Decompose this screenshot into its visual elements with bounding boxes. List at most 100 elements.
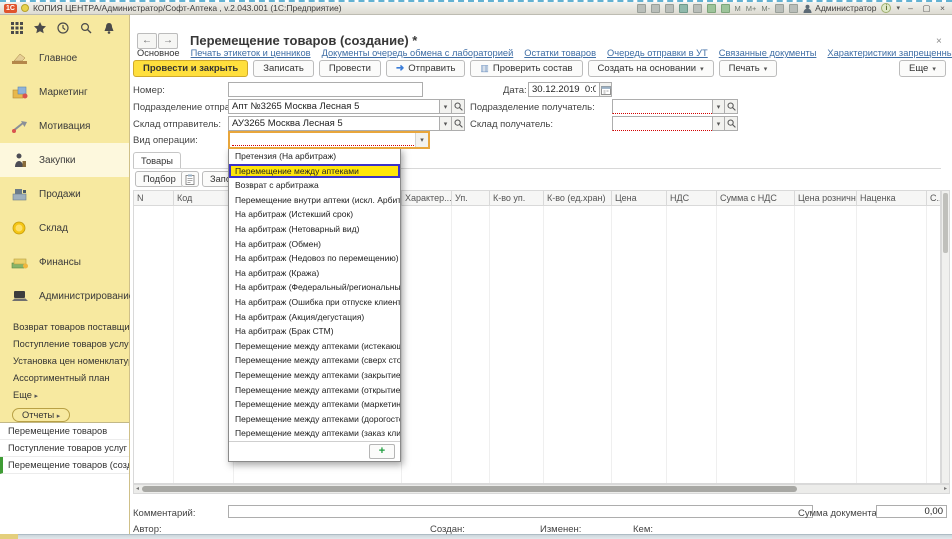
warehouse-sender-search-icon[interactable] bbox=[452, 116, 465, 131]
open-window-item[interactable]: Поступление товаров услуг bbox=[0, 440, 129, 457]
operation-type-input[interactable] bbox=[232, 134, 414, 146]
split-window-icon[interactable] bbox=[789, 4, 798, 13]
zoom-icon[interactable] bbox=[775, 4, 784, 13]
tab-goods-balance[interactable]: Остатки товаров bbox=[524, 48, 596, 58]
department-sender-dropdown-icon[interactable]: ▾ bbox=[439, 99, 452, 114]
memory-m-minus-button[interactable]: M- bbox=[761, 4, 770, 13]
column-characteristic[interactable]: Характер... bbox=[402, 191, 452, 205]
calendar-picker-icon[interactable] bbox=[599, 82, 612, 97]
operation-option[interactable]: На арбитраж (Обмен) bbox=[229, 237, 400, 252]
command-return-to-supplier[interactable]: Возврат товаров поставщику bbox=[0, 319, 129, 336]
more-actions-button[interactable]: Еще▾ bbox=[899, 60, 946, 77]
maximize-button[interactable]: ▢ bbox=[921, 3, 932, 14]
operation-option[interactable]: Перемещение между аптеками (сверх стока) bbox=[229, 353, 400, 368]
calendar-icon[interactable] bbox=[721, 4, 730, 13]
sidebar-item-finance[interactable]: Финансы bbox=[0, 245, 129, 279]
tab-ut-send-queue[interactable]: Очередь отправки в УТ bbox=[607, 48, 708, 58]
operation-option[interactable]: Претензия (На арбитраж) bbox=[229, 149, 400, 164]
info-dropdown-icon[interactable]: ▾ bbox=[896, 4, 900, 12]
department-receiver-dropdown-icon[interactable]: ▾ bbox=[712, 99, 725, 114]
info-icon[interactable]: i bbox=[881, 3, 891, 13]
column-package-qty[interactable]: К-во уп. bbox=[490, 191, 544, 205]
notifications-bell-icon[interactable] bbox=[103, 22, 115, 34]
create-based-on-button[interactable]: Создать на основании▾ bbox=[588, 60, 714, 77]
print-preview-icon[interactable] bbox=[665, 4, 674, 13]
favorites-star-icon[interactable] bbox=[34, 22, 46, 34]
post-and-close-button[interactable]: Провести и закрыть bbox=[133, 60, 248, 77]
sidebar-item-main[interactable]: Главное bbox=[0, 41, 129, 75]
operation-option[interactable]: Возврат с арбитража bbox=[229, 178, 400, 193]
sidebar-item-marketing[interactable]: Маркетинг bbox=[0, 75, 129, 109]
current-user[interactable]: Администратор bbox=[803, 3, 876, 13]
clipboard-edit-button[interactable] bbox=[181, 171, 199, 187]
vertical-scrollbar-thumb[interactable] bbox=[943, 193, 948, 253]
operation-option[interactable]: На арбитраж (Нетоварный вид) bbox=[229, 222, 400, 237]
date-input[interactable] bbox=[528, 82, 599, 97]
command-assortment-plan[interactable]: Ассортиментный план bbox=[0, 370, 129, 387]
column-vat[interactable]: НДС bbox=[667, 191, 717, 205]
system-menu-icon[interactable] bbox=[21, 4, 29, 12]
form-close-icon[interactable]: × bbox=[936, 36, 942, 47]
horizontal-scrollbar[interactable]: ◂ ▸ bbox=[133, 484, 950, 494]
back-button[interactable]: ← bbox=[137, 33, 157, 49]
memory-m-button[interactable]: M bbox=[735, 4, 741, 13]
department-sender-search-icon[interactable] bbox=[452, 99, 465, 114]
scroll-left-icon[interactable]: ◂ bbox=[134, 485, 141, 493]
memory-m-plus-button[interactable]: M+ bbox=[746, 4, 757, 13]
comment-input[interactable] bbox=[228, 505, 813, 518]
scroll-right-icon[interactable]: ▸ bbox=[942, 485, 949, 493]
number-input[interactable] bbox=[228, 82, 423, 97]
history-icon[interactable] bbox=[57, 22, 69, 34]
save-icon[interactable] bbox=[637, 4, 646, 13]
send-button[interactable]: ➜Отправить bbox=[386, 60, 466, 77]
check-contents-button[interactable]: ▥Проверить состав bbox=[470, 60, 582, 77]
operation-option[interactable]: Перемещение между аптеками (дорогостой) bbox=[229, 412, 400, 427]
operation-option[interactable]: Перемещение между аптеками (закрытие апт… bbox=[229, 368, 400, 383]
tab-main[interactable]: Основное bbox=[137, 48, 180, 58]
warehouse-receiver-input[interactable] bbox=[612, 116, 712, 131]
operation-option[interactable]: На арбитраж (Ошибка при отпуске клиента) bbox=[229, 295, 400, 310]
operation-option[interactable]: Перемещение между аптеками (маркетинг) bbox=[229, 397, 400, 412]
column-clipped[interactable]: С... bbox=[927, 191, 940, 205]
send-icon[interactable] bbox=[679, 4, 688, 13]
commands-more-button[interactable]: Еще ▸ bbox=[0, 387, 129, 404]
operation-type-dropdown-icon[interactable]: ▾ bbox=[415, 133, 428, 147]
sidebar-item-sales[interactable]: Продажи bbox=[0, 177, 129, 211]
operation-option[interactable]: На арбитраж (Кража) bbox=[229, 266, 400, 281]
operation-option[interactable]: Перемещение внутри аптеки (искл. Арбитра… bbox=[229, 193, 400, 208]
operation-option-selected[interactable]: Перемещение между аптеками bbox=[229, 164, 400, 179]
warehouse-sender-input[interactable] bbox=[228, 116, 439, 131]
column-sum-with-vat[interactable]: Сумма с НДС bbox=[717, 191, 795, 205]
column-unit-qty[interactable]: К-во (ед.хран) bbox=[544, 191, 612, 205]
column-retail-price[interactable]: Цена розничная bbox=[795, 191, 857, 205]
mail-icon[interactable] bbox=[693, 4, 702, 13]
tab-forbidden-characteristics[interactable]: Характеристики запрещенные к списанию bbox=[827, 48, 952, 58]
minimize-button[interactable]: – bbox=[905, 3, 916, 13]
column-n[interactable]: N bbox=[134, 191, 174, 205]
tab-print-labels[interactable]: Печать этикеток и ценников bbox=[191, 48, 311, 58]
tab-lab-exchange-queue[interactable]: Документы очередь обмена с лабораторией bbox=[322, 48, 514, 58]
department-receiver-input[interactable] bbox=[612, 99, 712, 114]
post-button[interactable]: Провести bbox=[319, 60, 381, 77]
operation-option[interactable]: На арбитраж (Недовоз по перемещению) bbox=[229, 251, 400, 266]
main-menu-icon[interactable] bbox=[11, 22, 23, 34]
add-operation-button[interactable]: + bbox=[369, 444, 395, 459]
reports-button[interactable]: Отчеты ▸ bbox=[12, 408, 70, 422]
sidebar-item-warehouse[interactable]: Склад bbox=[0, 211, 129, 245]
vertical-scrollbar[interactable] bbox=[941, 190, 950, 484]
operation-option[interactable]: На арбитраж (Федеральный/региональный бр… bbox=[229, 280, 400, 295]
column-markup[interactable]: Наценка bbox=[857, 191, 927, 205]
operation-option[interactable]: Перемещение между аптеками (истекающие с… bbox=[229, 339, 400, 354]
tab-related-documents[interactable]: Связанные документы bbox=[719, 48, 817, 58]
forward-button[interactable]: → bbox=[158, 33, 178, 49]
department-receiver-search-icon[interactable] bbox=[725, 99, 738, 114]
operation-option[interactable]: Перемещение между аптеками (открытие апт… bbox=[229, 383, 400, 398]
print-icon[interactable] bbox=[651, 4, 660, 13]
close-button[interactable]: × bbox=[937, 3, 948, 13]
tab-goods[interactable]: Товары bbox=[133, 152, 181, 169]
operation-option[interactable]: Перемещение между аптеками (заказ клиент… bbox=[229, 426, 400, 441]
table-icon[interactable] bbox=[707, 4, 716, 13]
operation-option[interactable]: На арбитраж (Акция/дегустация) bbox=[229, 310, 400, 325]
warehouse-sender-dropdown-icon[interactable]: ▾ bbox=[439, 116, 452, 131]
pick-items-button[interactable]: Подбор bbox=[135, 171, 184, 187]
